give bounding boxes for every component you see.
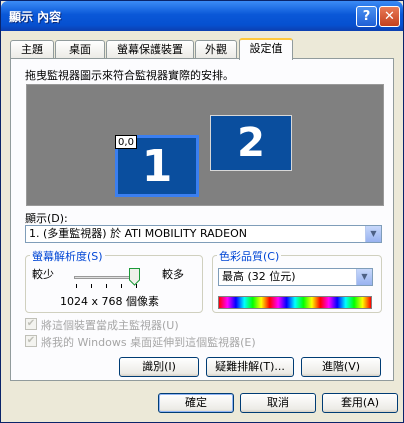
primary-monitor-checkbox[interactable]: ✔ — [25, 318, 37, 330]
ok-button[interactable]: 確定 — [158, 393, 234, 413]
monitor-2-label: 2 — [237, 120, 265, 166]
color-quality-select[interactable]: 最高 (32 位元) ▼ — [218, 268, 373, 286]
resolution-value-text: 1024 x 768 個像素 — [60, 295, 159, 308]
monitor-1-label: 1 — [141, 141, 173, 192]
resolution-less-label: 較少 — [32, 268, 54, 281]
close-button[interactable]: ✕ — [379, 6, 400, 27]
identify-button[interactable]: 識別(I) — [119, 357, 199, 377]
window-title: 顯示 內容 — [9, 10, 62, 24]
resolution-group: 螢幕解析度(S) 較少 較多 1024 x 768 個像素 — [25, 248, 203, 313]
resolution-more-label: 較多 — [162, 268, 184, 281]
instruction-text: 拖曳監視器圖示來符合監視器實際的安排。 — [25, 69, 234, 82]
display-label: 顯示(D): — [25, 212, 68, 225]
extend-desktop-label: 將我的 Windows 桌面延伸到這個監視器(E) — [41, 336, 256, 349]
color-quality-value: 最高 (32 位元) — [222, 270, 296, 283]
title-bar[interactable]: 顯示 內容 ? ✕ — [1, 1, 403, 31]
resolution-slider-ticks — [76, 284, 138, 288]
help-button[interactable]: ? — [356, 6, 377, 27]
display-select[interactable]: 1. (多重監視器) 於 ATI MOBILITY RADEON ▼ — [25, 225, 382, 243]
chevron-down-icon[interactable]: ▼ — [356, 269, 372, 285]
monitor-1-coordinates: 0,0 — [115, 135, 137, 149]
extend-desktop-checkbox[interactable]: ✔ — [25, 335, 37, 347]
cancel-button[interactable]: 取消 — [240, 393, 316, 413]
advanced-button[interactable]: 進階(V) — [301, 357, 381, 377]
tab-appearance[interactable]: 外觀 — [195, 40, 237, 58]
display-select-value: 1. (多重監視器) 於 ATI MOBILITY RADEON — [29, 227, 247, 240]
color-spectrum-bar — [218, 296, 372, 309]
color-quality-group: 色彩品質(C) 最高 (32 位元) ▼ — [212, 248, 382, 313]
troubleshoot-button[interactable]: 疑難排解(T)... — [206, 357, 294, 377]
tab-screensaver[interactable]: 螢幕保護裝置 — [106, 40, 194, 58]
tab-settings[interactable]: 設定值 — [239, 38, 293, 60]
settings-panel: 拖曳監視器圖示來符合監視器實際的安排。 2 1 0,0 顯示(D): 1. (多… — [10, 58, 394, 381]
apply-button[interactable]: 套用(A) — [322, 393, 398, 413]
color-quality-title: 色彩品質(C) — [217, 248, 282, 264]
display-properties-window: 顯示 內容 ? ✕ 主題 桌面 螢幕保護裝置 外觀 設定值 拖曳監視器圖示來符合… — [0, 0, 404, 423]
tab-themes[interactable]: 主題 — [10, 40, 54, 58]
primary-monitor-label: 將這個裝置當成主監視器(U) — [41, 319, 179, 332]
monitor-arrangement-area[interactable]: 2 1 0,0 — [26, 84, 384, 206]
chevron-down-icon[interactable]: ▼ — [365, 226, 381, 242]
resolution-title: 螢幕解析度(S) — [30, 248, 105, 264]
tab-desktop[interactable]: 桌面 — [55, 40, 105, 58]
monitor-2[interactable]: 2 — [210, 115, 292, 171]
